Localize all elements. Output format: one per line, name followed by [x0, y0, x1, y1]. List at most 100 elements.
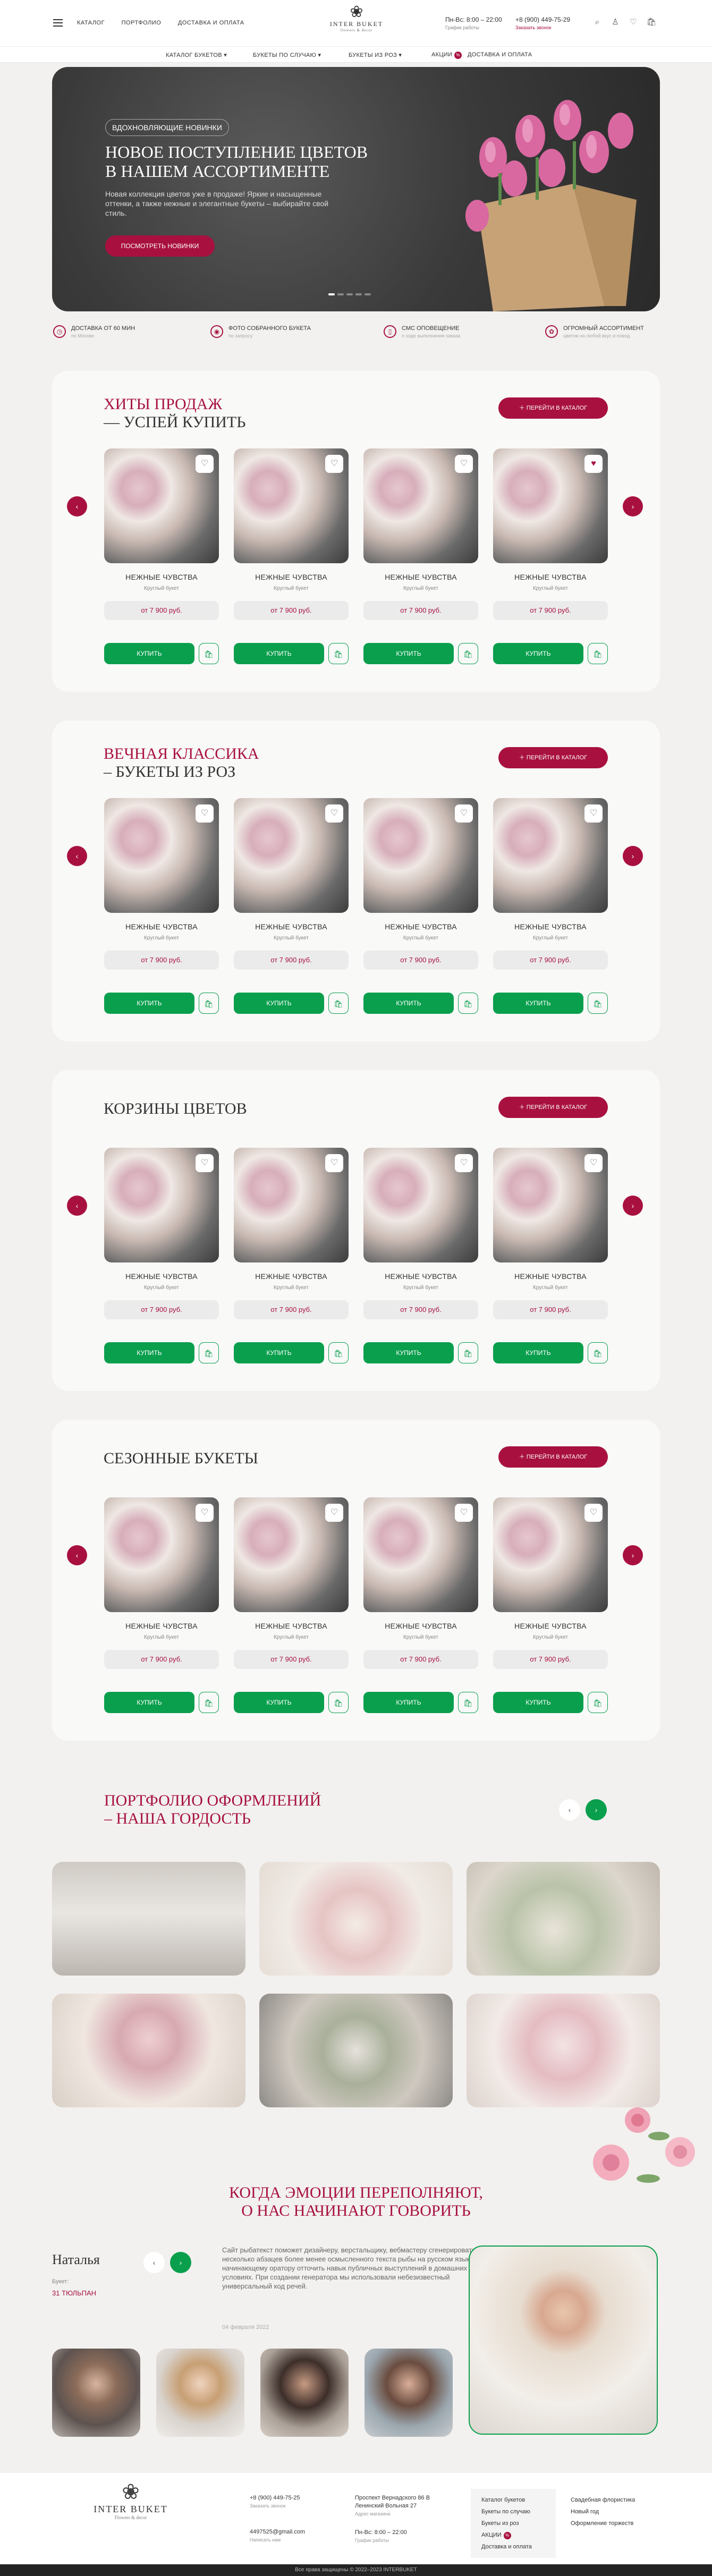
- product-card[interactable]: ♡ НЕЖНЫЕ ЧУВСТВА Круглый букет от 7 900 руб…: [363, 1148, 478, 1363]
- reviewer-thumb[interactable]: [365, 2349, 453, 2437]
- portfolio-image[interactable]: [52, 1994, 245, 2107]
- footer-logo[interactable]: ❀ INTER BUKET Flowers & decor: [88, 2480, 173, 2521]
- search-icon[interactable]: ⌕: [592, 17, 603, 28]
- reviewer-thumb[interactable]: [156, 2349, 244, 2437]
- catalog-link-button[interactable]: ＋ ПЕРЕЙТИ В КАТАЛОГ: [498, 397, 608, 419]
- buy-button[interactable]: КУПИТЬ: [104, 993, 194, 1014]
- portfolio-image[interactable]: [259, 1862, 453, 1976]
- cart-icon[interactable]: 🛍: [199, 1342, 219, 1363]
- cart-icon[interactable]: 🛍: [458, 643, 478, 664]
- product-card[interactable]: ♡ НЕЖНЫЕ ЧУВСТВА Круглый букет от 7 900 руб…: [234, 798, 349, 1014]
- cart-icon[interactable]: 🛍: [328, 1692, 349, 1713]
- next-arrow-icon[interactable]: ›: [623, 1196, 643, 1216]
- cart-icon[interactable]: 🛍: [588, 993, 608, 1014]
- favorite-icon[interactable]: ♡: [455, 1504, 473, 1522]
- portfolio-prev-icon[interactable]: ‹: [559, 1799, 580, 1820]
- catnav-catalog[interactable]: КАТАЛОГ БУКЕТОВ ▾: [166, 52, 227, 58]
- cart-icon[interactable]: 🛍: [328, 643, 349, 664]
- footer-link[interactable]: Новый год: [571, 2506, 635, 2518]
- product-card[interactable]: ♡ НЕЖНЫЕ ЧУВСТВА Круглый букет от 7 900 руб…: [104, 1148, 219, 1363]
- product-card[interactable]: ♡ НЕЖНЫЕ ЧУВСТВА Круглый букет от 7 900 руб…: [104, 448, 219, 664]
- favorite-icon[interactable]: ♡: [325, 455, 343, 473]
- portfolio-image[interactable]: [259, 1994, 453, 2107]
- favorite-icon[interactable]: ♡: [196, 804, 214, 823]
- buy-button[interactable]: КУПИТЬ: [104, 643, 194, 664]
- product-card[interactable]: ♡ НЕЖНЫЕ ЧУВСТВА Круглый букет от 7 900 руб…: [104, 1497, 219, 1713]
- prev-arrow-icon[interactable]: ‹: [67, 1545, 87, 1565]
- cart-icon[interactable]: 🛍: [199, 1692, 219, 1713]
- footer-link[interactable]: Оформление торжеств: [571, 2518, 635, 2529]
- catnav-sales[interactable]: АКЦИИ%: [431, 52, 462, 59]
- favorite-icon[interactable]: ♡: [584, 1504, 603, 1522]
- header-phone[interactable]: +8 (900) 449-75-29 Заказать звонок: [515, 16, 570, 30]
- cart-icon[interactable]: 🛍: [328, 993, 349, 1014]
- favorite-icon[interactable]: ♡: [196, 1504, 214, 1522]
- catnav-occasion[interactable]: БУКЕТЫ ПО СЛУЧАЮ ▾: [253, 52, 321, 58]
- cart-icon[interactable]: 🛍: [199, 993, 219, 1014]
- portfolio-image[interactable]: [467, 1994, 660, 2107]
- cart-icon[interactable]: 🛍: [328, 1342, 349, 1363]
- footer-link[interactable]: Букеты по случаю: [481, 2506, 545, 2518]
- cart-icon[interactable]: 🛍: [199, 643, 219, 664]
- buy-button[interactable]: КУПИТЬ: [234, 993, 324, 1014]
- product-card[interactable]: ♡ НЕЖНЫЕ ЧУВСТВА Круглый букет от 7 900 руб…: [234, 1497, 349, 1713]
- product-card[interactable]: ♡ НЕЖНЫЕ ЧУВСТВА Круглый букет от 7 900 руб…: [363, 1497, 478, 1713]
- footer-link[interactable]: Доставка и оплата: [481, 2541, 545, 2553]
- buy-button[interactable]: КУПИТЬ: [363, 1692, 454, 1713]
- cart-icon[interactable]: 🛍: [458, 1692, 478, 1713]
- favorite-icon[interactable]: ♡: [455, 455, 473, 473]
- nav-portfolio[interactable]: ПОРТФОЛИО: [122, 20, 162, 26]
- cart-icon[interactable]: 🛍: [588, 1342, 608, 1363]
- catnav-roses[interactable]: БУКЕТЫ ИЗ РОЗ ▾: [349, 52, 402, 58]
- next-arrow-icon[interactable]: ›: [623, 1545, 643, 1565]
- footer-link[interactable]: АКЦИИ%: [481, 2529, 545, 2541]
- favorite-icon[interactable]: ♡: [196, 1154, 214, 1172]
- buy-button[interactable]: КУПИТЬ: [363, 1342, 454, 1363]
- product-card[interactable]: ♥ НЕЖНЫЕ ЧУВСТВА Круглый букет от 7 900 руб…: [493, 448, 608, 664]
- buy-button[interactable]: КУПИТЬ: [363, 643, 454, 664]
- cart-icon[interactable]: 🛍: [646, 17, 657, 28]
- footer-contacts[interactable]: +8 (900) 449-75-25 Заказать звонок 449752…: [250, 2494, 305, 2544]
- product-card[interactable]: ♡ НЕЖНЫЕ ЧУВСТВА Круглый букет от 7 900 руб…: [363, 448, 478, 664]
- favorite-icon[interactable]: ♡: [325, 804, 343, 823]
- product-card[interactable]: ♡ НЕЖНЫЕ ЧУВСТВА Круглый букет от 7 900 руб…: [493, 798, 608, 1014]
- next-arrow-icon[interactable]: ›: [623, 496, 643, 516]
- buy-button[interactable]: КУПИТЬ: [104, 1342, 194, 1363]
- footer-link[interactable]: Каталог букетов: [481, 2494, 545, 2506]
- product-card[interactable]: ♡ НЕЖНЫЕ ЧУВСТВА Круглый букет от 7 900 руб…: [234, 448, 349, 664]
- review-prev-icon[interactable]: ‹: [143, 2252, 165, 2273]
- portfolio-image[interactable]: [52, 1862, 245, 1976]
- prev-arrow-icon[interactable]: ‹: [67, 1196, 87, 1216]
- catalog-link-button[interactable]: ＋ ПЕРЕЙТИ В КАТАЛОГ: [498, 747, 608, 768]
- prev-arrow-icon[interactable]: ‹: [67, 496, 87, 516]
- cart-icon[interactable]: 🛍: [458, 993, 478, 1014]
- cart-icon[interactable]: 🛍: [588, 1692, 608, 1713]
- favorite-icon[interactable]: ♡: [455, 804, 473, 823]
- nav-catalog[interactable]: КАТАЛОГ: [77, 20, 105, 26]
- favorite-icon[interactable]: ♡: [455, 1154, 473, 1172]
- product-card[interactable]: ♡ НЕЖНЫЕ ЧУВСТВА Круглый букет от 7 900 руб…: [493, 1148, 608, 1363]
- product-card[interactable]: ♡ НЕЖНЫЕ ЧУВСТВА Круглый букет от 7 900 руб…: [104, 798, 219, 1014]
- menu-icon[interactable]: [53, 19, 63, 27]
- product-card[interactable]: ♡ НЕЖНЫЕ ЧУВСТВА Круглый букет от 7 900 руб…: [234, 1148, 349, 1363]
- nav-delivery[interactable]: ДОСТАВКА И ОПЛАТА: [178, 20, 244, 26]
- cart-icon[interactable]: 🛍: [588, 643, 608, 664]
- review-next-icon[interactable]: ›: [170, 2252, 191, 2273]
- buy-button[interactable]: КУПИТЬ: [234, 1692, 324, 1713]
- reviewer-thumb[interactable]: [260, 2349, 349, 2437]
- buy-button[interactable]: КУПИТЬ: [493, 643, 583, 664]
- catnav-delivery[interactable]: ДОСТАВКА И ОПЛАТА: [468, 52, 532, 58]
- portfolio-next-icon[interactable]: ›: [586, 1799, 607, 1820]
- portfolio-image[interactable]: [467, 1862, 660, 1976]
- buy-button[interactable]: КУПИТЬ: [493, 1342, 583, 1363]
- footer-link[interactable]: Свадебная флористика: [571, 2494, 635, 2506]
- reviewer-thumb[interactable]: [52, 2349, 140, 2437]
- user-icon[interactable]: ♙: [610, 17, 621, 28]
- product-card[interactable]: ♡ НЕЖНЫЕ ЧУВСТВА Круглый букет от 7 900 руб…: [363, 798, 478, 1014]
- product-card[interactable]: ♡ НЕЖНЫЕ ЧУВСТВА Круглый букет от 7 900 руб…: [493, 1497, 608, 1713]
- favorite-icon-active[interactable]: ♥: [584, 455, 603, 473]
- catalog-link-button[interactable]: ＋ ПЕРЕЙТИ В КАТАЛОГ: [498, 1097, 608, 1118]
- favorite-icon[interactable]: ♡: [584, 804, 603, 823]
- slider-dots[interactable]: [328, 293, 371, 295]
- buy-button[interactable]: КУПИТЬ: [493, 1692, 583, 1713]
